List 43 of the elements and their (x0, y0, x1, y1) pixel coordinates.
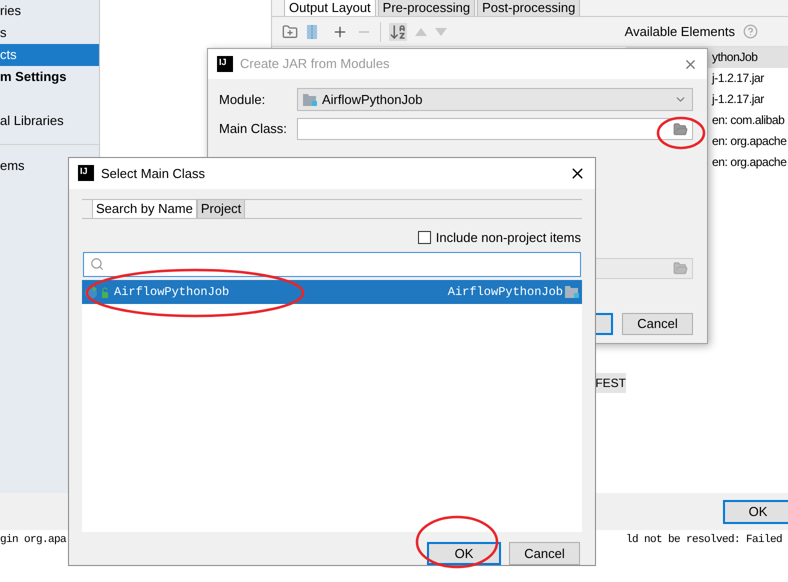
app-logo: IJ (217, 56, 233, 72)
sidebar-heading: m Settings (0, 68, 68, 86)
search-field[interactable] (83, 252, 581, 277)
window-title: Select Main Class (101, 164, 206, 183)
browse-folder-icon[interactable] (673, 261, 688, 276)
archive-icon[interactable] (306, 24, 318, 40)
module-folder-icon (565, 285, 580, 298)
checkbox[interactable] (418, 230, 431, 244)
folder-plus-icon[interactable] (282, 24, 298, 40)
ok-button[interactable]: OK (427, 542, 501, 565)
class-row[interactable]: AirflowPythonJob AirflowPythonJob (82, 280, 582, 304)
console-text: gin org.apa (0, 533, 66, 548)
browse-folder-icon[interactable] (673, 122, 688, 136)
available-elements-label: Available Elements (624, 22, 735, 41)
ok-button[interactable]: OK (723, 500, 788, 524)
sidebar-item[interactable]: ries (0, 0, 99, 22)
search-icon (90, 257, 104, 272)
sidebar-item[interactable]: s (0, 22, 99, 44)
tab[interactable]: Project (196, 198, 246, 218)
help-icon[interactable] (743, 24, 758, 39)
add-icon[interactable] (332, 24, 348, 40)
sort-icon[interactable] (389, 22, 407, 40)
class-name: AirflowPythonJob (114, 284, 230, 301)
tab[interactable]: Search by Name (92, 198, 197, 218)
field-label: Module: (219, 90, 266, 109)
tab[interactable]: Output Layout (284, 0, 376, 16)
console-text: ld not be resolved: Failed (626, 533, 782, 548)
tree-item[interactable]: FEST (595, 375, 626, 391)
window-title: Create JAR from Modules (240, 55, 390, 74)
checkbox-label: Include non-project items (436, 228, 581, 247)
sidebar-item[interactable]: cts (0, 44, 99, 66)
sidebar-item[interactable]: al Libraries (0, 110, 99, 132)
tab[interactable]: Post-processing (477, 0, 580, 16)
annotation-ellipse (656, 116, 706, 150)
cancel-button[interactable]: Cancel (509, 542, 580, 565)
module-name: AirflowPythonJob (448, 284, 563, 301)
tab[interactable]: Pre-processing (378, 0, 476, 16)
app-logo: IJ (78, 165, 94, 182)
module-dropdown[interactable]: AirflowPythonJob (297, 88, 693, 111)
module-folder-icon (303, 93, 318, 106)
cancel-button[interactable]: Cancel (622, 313, 693, 335)
main-class-field[interactable] (297, 118, 693, 140)
field-label: Main Class: (219, 120, 288, 138)
